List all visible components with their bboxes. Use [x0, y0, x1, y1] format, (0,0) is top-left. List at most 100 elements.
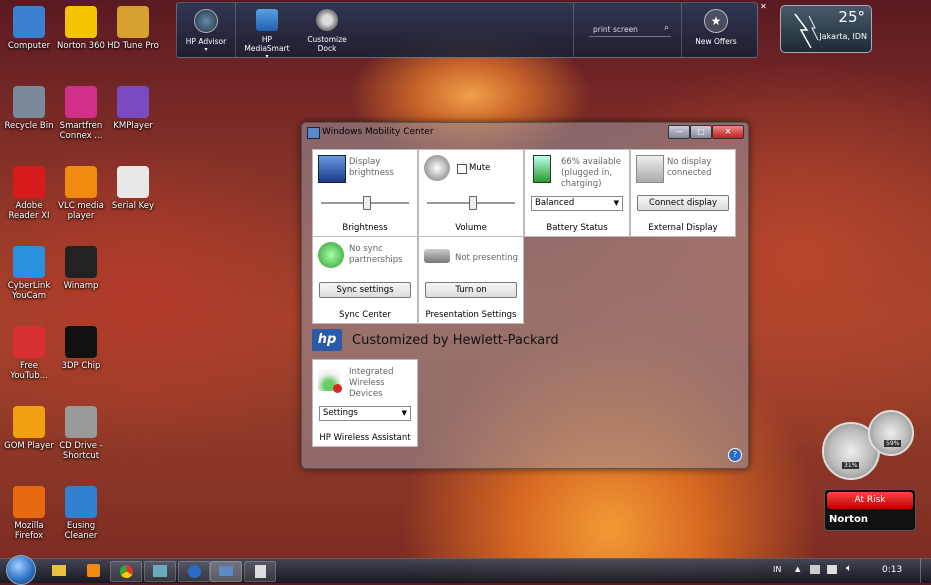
weather-gadget[interactable]: 25° Jakarta, IDN	[780, 5, 872, 53]
external-display-tile: No display connected Connect display Ext…	[630, 149, 736, 237]
dock-search-input[interactable]: print screen ⌕	[589, 23, 671, 37]
connect-display-button[interactable]: Connect display	[637, 195, 729, 211]
desktop-icon[interactable]: KMPlayer	[104, 86, 162, 131]
memory-value: 59%	[884, 440, 902, 447]
desktop-icon[interactable]: 3DP Chip	[52, 326, 110, 371]
gadget-close-icon[interactable]: ✕	[760, 2, 767, 11]
start-button[interactable]	[6, 555, 36, 585]
desktop-icon-label: CyberLink YouCam	[7, 281, 51, 301]
dock-item-label: HP Advisor	[185, 37, 227, 46]
minimize-button[interactable]: —	[668, 125, 690, 139]
calculator-icon	[254, 565, 266, 578]
desktop-icon[interactable]: Winamp	[52, 246, 110, 291]
desktop-icon[interactable]: Norton 360	[52, 6, 110, 51]
sync-center-label[interactable]: Sync Center	[313, 310, 417, 320]
app-icon	[13, 86, 45, 118]
dock-item-label: Customize Dock	[307, 35, 347, 53]
volume-label[interactable]: Volume	[419, 223, 523, 233]
desktop-icon-label: GOM Player	[4, 441, 54, 451]
app-icon	[13, 326, 45, 358]
volume-icon[interactable]: 🔈︎	[846, 563, 852, 574]
desktop-icon[interactable]: Eusing Cleaner	[52, 486, 110, 541]
desktop-icon[interactable]: GOM Player	[0, 406, 58, 451]
desktop-icon-label: 3DP Chip	[61, 361, 101, 371]
oem-banner-text: Customized by Hewlett-Packard	[352, 333, 559, 348]
clock[interactable]: 0:13	[882, 565, 902, 575]
help-icon[interactable]: ?	[728, 448, 742, 462]
dock-hp-advisor[interactable]: HP Advisor ▾	[185, 9, 227, 53]
error-badge-icon	[333, 384, 342, 393]
speaker-icon	[424, 155, 450, 181]
brightness-label[interactable]: Brightness	[313, 223, 417, 233]
battery-status: 66% available (plugged in, charging)	[561, 157, 621, 189]
taskbar-explorer[interactable]	[44, 561, 74, 580]
presentation-status: Not presenting	[455, 253, 519, 263]
presentation-tile: Not presenting Turn on Presentation Sett…	[418, 236, 524, 324]
slider-thumb[interactable]	[363, 196, 371, 210]
language-indicator[interactable]: IN	[773, 565, 781, 574]
app-icon	[65, 486, 97, 518]
media-player-icon	[86, 564, 100, 577]
app-icon	[65, 326, 97, 358]
memory-meter-gadget[interactable]: 59%	[868, 410, 914, 456]
wireless-icon	[318, 365, 342, 393]
battery-icon	[533, 155, 551, 183]
close-button[interactable]: ✕	[712, 125, 744, 139]
desktop-icon[interactable]: Recycle Bin	[0, 86, 58, 131]
dock-divider	[573, 3, 574, 57]
dock-hp-mediasmart[interactable]: HP MediaSmart ▾	[239, 9, 295, 60]
taskbar-mobility-center[interactable]	[210, 561, 242, 582]
mute-checkbox[interactable]	[457, 164, 467, 174]
external-display-label[interactable]: External Display	[631, 223, 735, 233]
sync-settings-button[interactable]: Sync settings	[319, 282, 411, 298]
turn-on-button[interactable]: Turn on	[425, 282, 517, 298]
hp-wireless-assistant-label[interactable]: HP Wireless Assistant	[313, 433, 417, 443]
battery-tile: 66% available (plugged in, charging) Bal…	[524, 149, 630, 237]
app-icon	[13, 406, 45, 438]
power-plan-select[interactable]: Balanced ▼	[531, 196, 623, 211]
taskbar-chrome[interactable]	[110, 561, 142, 582]
display-status: No display connected	[667, 157, 712, 178]
battery-label[interactable]: Battery Status	[525, 223, 629, 233]
maximize-button[interactable]: □	[690, 125, 712, 139]
desktop-icon-label: Serial Key	[111, 201, 155, 211]
desktop-icon[interactable]: HD Tune Pro	[104, 6, 162, 51]
taskbar-calculator[interactable]	[244, 561, 276, 582]
volume-slider[interactable]	[427, 196, 515, 210]
brightness-slider[interactable]	[321, 196, 409, 210]
desktop-icon[interactable]: Smartfren Connex ...	[52, 86, 110, 141]
desktop-icon[interactable]: Adobe Reader XI	[0, 166, 58, 221]
desktop-icon[interactable]: Mozilla Firefox	[0, 486, 58, 541]
desktop-icon-label: Mozilla Firefox	[14, 521, 44, 541]
desktop-icon[interactable]: CyberLink YouCam	[0, 246, 58, 301]
desktop-icon[interactable]: Computer	[0, 6, 58, 51]
desktop-icon-label: VLC media player	[58, 201, 104, 221]
tray-expand-icon[interactable]: ▲	[795, 565, 800, 573]
storm-icon	[794, 13, 819, 49]
desktop-icon-label: Free YouTub...	[10, 361, 48, 381]
dock-customize[interactable]: Customize Dock	[299, 9, 355, 53]
desktop-icon[interactable]: VLC media player	[52, 166, 110, 221]
presentation-settings-label[interactable]: Presentation Settings	[419, 310, 523, 320]
app-icon	[117, 86, 149, 118]
taskbar-network[interactable]	[144, 561, 176, 582]
slider-thumb[interactable]	[469, 196, 477, 210]
taskbar-help[interactable]	[178, 561, 210, 582]
desktop-icon-label: HD Tune Pro	[107, 41, 159, 51]
app-icon	[65, 166, 97, 198]
dock-new-offers[interactable]: ★ New Offers	[691, 9, 741, 46]
desktop-icon[interactable]: Free YouTub...	[0, 326, 58, 381]
wireless-settings-select[interactable]: Settings ▼	[319, 406, 411, 421]
desktop-icon-label: Eusing Cleaner	[64, 521, 98, 541]
show-desktop-button[interactable]	[920, 559, 931, 583]
search-icon[interactable]: ⌕	[664, 23, 669, 33]
desktop-icon-label: Smartfren Connex ...	[59, 121, 103, 141]
action-center-icon[interactable]	[827, 565, 837, 574]
mediasmart-icon	[256, 9, 278, 31]
taskbar: IN ▲ 🔈︎ 0:13	[0, 555, 931, 585]
desktop-icon[interactable]: CD Drive - Shortcut	[52, 406, 110, 461]
desktop-icon[interactable]: Serial Key	[104, 166, 162, 211]
taskbar-media-player[interactable]	[78, 561, 108, 580]
norton-widget[interactable]: At Risk Norton	[824, 489, 916, 531]
hp-tray-icon[interactable]	[810, 565, 820, 574]
